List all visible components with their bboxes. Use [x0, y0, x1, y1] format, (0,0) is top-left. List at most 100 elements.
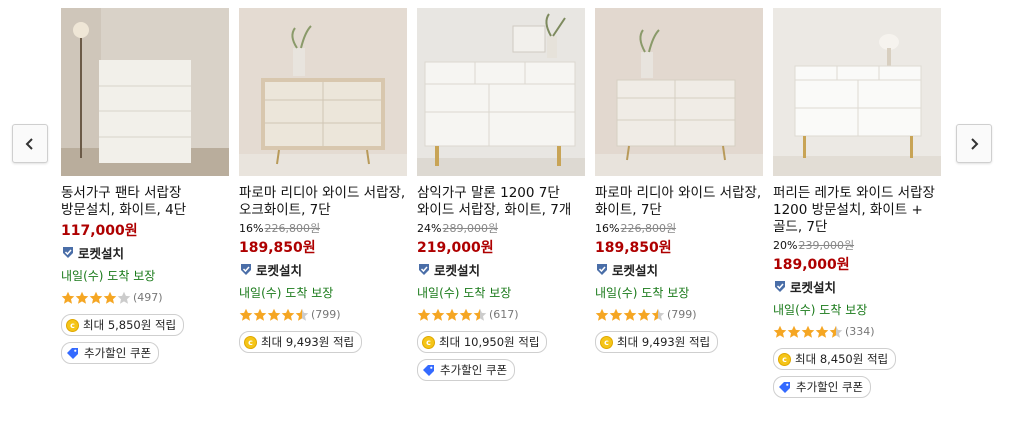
original-price: 226,800원 [264, 222, 321, 235]
rating-stars [595, 308, 665, 322]
star-icon [75, 291, 89, 304]
product-card[interactable]: 퍼리든 레가토 와이드 서랍장 1200 방문설치, 화이트 + 골드, 7단 … [773, 8, 941, 398]
product-price: 219,000원 [417, 240, 494, 256]
rocket-install-icon [775, 281, 785, 292]
product-card[interactable]: 파로마 리디아 와이드 서랍장, 오크화이트, 7단 16%226,800원 1… [239, 8, 407, 353]
star-icon [267, 308, 281, 321]
rating-stars [773, 325, 843, 339]
rocket-install-label: 로켓설치 [256, 262, 303, 278]
carousel-prev-button[interactable] [12, 124, 48, 163]
product-image[interactable] [773, 8, 941, 176]
discount-rate: 20% [773, 239, 798, 252]
star-icon [801, 325, 815, 338]
reward-badge: c 최대 10,950원 적립 [417, 331, 548, 353]
coin-icon: c [66, 318, 79, 332]
rocket-install-badge: 로켓설치 [61, 243, 229, 261]
rating-stars [61, 291, 131, 305]
rating: (799) [239, 307, 407, 322]
delivery-info: 내일(수) 도착 보장 [417, 286, 512, 300]
delivery-info: 내일(수) 도착 보장 [773, 303, 868, 317]
coupon-badge[interactable]: 추가할인 쿠폰 [773, 376, 872, 398]
coupon-badge[interactable]: 추가할인 쿠폰 [61, 342, 160, 364]
coupon-label: 추가할인 쿠폰 [440, 363, 508, 377]
delivery-info: 내일(수) 도착 보장 [61, 269, 156, 283]
star-icon [637, 308, 651, 321]
carousel-next-button[interactable] [956, 124, 992, 163]
product-title[interactable]: 퍼리든 레가토 와이드 서랍장 1200 방문설치, 화이트 + 골드, 7단 [773, 185, 941, 236]
star-icon [651, 308, 665, 321]
coupon-label: 추가할인 쿠폰 [796, 380, 864, 394]
review-count: (497) [133, 291, 163, 304]
rocket-install-badge: 로켓설치 [239, 260, 407, 278]
review-count: (799) [311, 308, 341, 321]
reward-label: 최대 5,850원 적립 [83, 318, 177, 332]
product-title[interactable]: 파로마 리디아 와이드 서랍장, 오크화이트, 7단 [239, 185, 407, 219]
rating-stars [417, 308, 487, 322]
product-title[interactable]: 삼익가구 말론 1200 7단 와이드 서랍장, 화이트, 7개 [417, 185, 585, 219]
original-price: 239,000원 [798, 239, 855, 252]
review-count: (799) [667, 308, 697, 321]
chevron-right-icon [971, 137, 979, 150]
product-image[interactable] [239, 8, 407, 176]
coin-icon: c [778, 352, 791, 366]
star-icon [417, 308, 431, 321]
star-icon [239, 308, 253, 321]
coupon-badge[interactable]: 추가할인 쿠폰 [417, 359, 516, 381]
rating: (799) [595, 307, 763, 322]
coin-icon: c [422, 335, 435, 349]
rocket-install-icon [241, 264, 251, 275]
product-image[interactable] [417, 8, 585, 176]
product-price: 117,000원 [61, 223, 138, 239]
star-icon [609, 308, 623, 321]
rating: (617) [417, 307, 585, 322]
review-count: (334) [845, 325, 875, 338]
star-icon [281, 308, 295, 321]
star-icon [117, 291, 131, 304]
product-card[interactable]: 동서가구 팬타 서랍장 방문설치, 화이트, 4단 117,000원 로켓설치 … [61, 8, 229, 364]
discount-rate: 16% [239, 222, 264, 235]
product-price: 189,850원 [239, 240, 316, 256]
star-icon [815, 325, 829, 338]
star-icon [473, 308, 487, 321]
rocket-install-icon [63, 247, 73, 258]
discount-row: 16%226,800원 [239, 221, 407, 236]
reward-badge: c 최대 5,850원 적립 [61, 314, 185, 336]
rocket-install-label: 로켓설치 [78, 245, 125, 261]
rocket-install-label: 로켓설치 [790, 279, 837, 295]
product-image[interactable] [595, 8, 763, 176]
star-icon [595, 308, 609, 321]
product-title[interactable]: 파로마 리디아 와이드 서랍장, 화이트, 7단 [595, 185, 763, 219]
rocket-install-label: 로켓설치 [612, 262, 659, 278]
coupon-tag-icon [67, 347, 78, 359]
rocket-install-badge: 로켓설치 [595, 260, 763, 278]
rocket-install-icon [419, 264, 429, 275]
rating: (334) [773, 324, 941, 339]
coupon-tag-icon [779, 381, 790, 393]
product-title[interactable]: 동서가구 팬타 서랍장 방문설치, 화이트, 4단 [61, 185, 229, 219]
star-icon [829, 325, 843, 338]
star-icon [445, 308, 459, 321]
product-card[interactable]: 파로마 리디아 와이드 서랍장, 화이트, 7단 16%226,800원 189… [595, 8, 763, 353]
star-icon [103, 291, 117, 304]
reward-label: 최대 10,950원 적립 [439, 335, 540, 349]
star-icon [89, 291, 103, 304]
discount-row: 16%226,800원 [595, 221, 763, 236]
star-icon [459, 308, 473, 321]
rocket-install-badge: 로켓설치 [773, 277, 941, 295]
product-card[interactable]: 삼익가구 말론 1200 7단 와이드 서랍장, 화이트, 7개 24%289,… [417, 8, 585, 381]
delivery-info: 내일(수) 도착 보장 [595, 286, 690, 300]
reward-badge: c 최대 8,450원 적립 [773, 348, 897, 370]
review-count: (617) [489, 308, 519, 321]
product-image[interactable] [61, 8, 229, 176]
original-price: 226,800원 [620, 222, 677, 235]
star-icon [253, 308, 267, 321]
discount-rate: 24% [417, 222, 442, 235]
delivery-info: 내일(수) 도착 보장 [239, 286, 334, 300]
rating-stars [239, 308, 309, 322]
reward-badge: c 최대 9,493원 적립 [595, 331, 719, 353]
star-icon [295, 308, 309, 321]
rocket-install-badge: 로켓설치 [417, 260, 585, 278]
star-icon [773, 325, 787, 338]
reward-badge: c 최대 9,493원 적립 [239, 331, 363, 353]
rocket-install-icon [597, 264, 607, 275]
